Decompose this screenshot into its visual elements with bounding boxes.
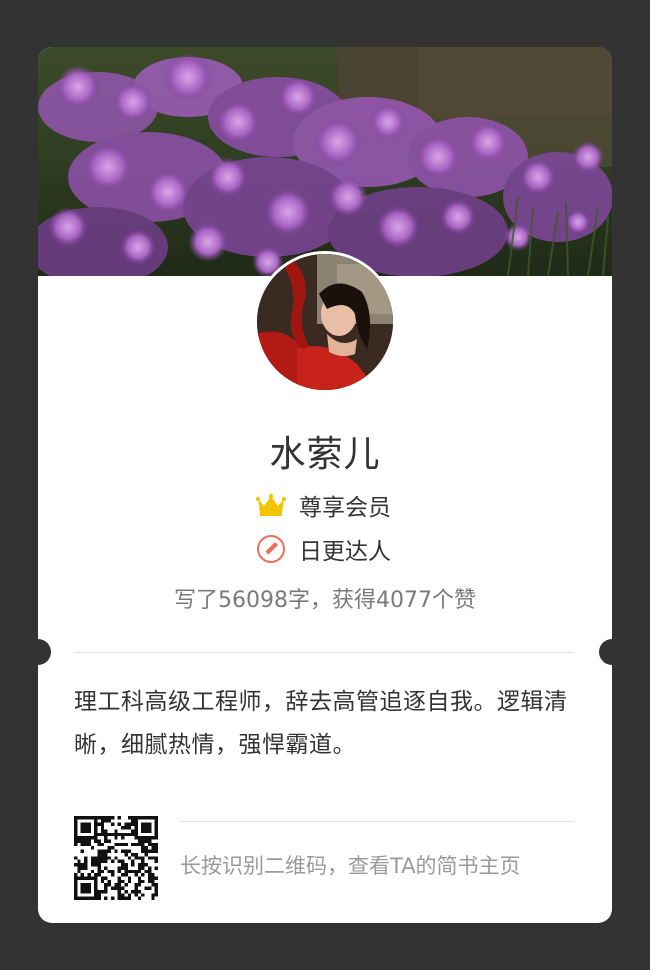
vip-badge[interactable]: 尊享会员: [254, 488, 391, 522]
user-bio: 理工科高级工程师，辞去高管追逐自我。逻辑清晰，细腻热情，强悍霸道。: [74, 689, 568, 758]
writing-stats: 写了56098字，获得4077个赞: [174, 588, 476, 613]
crown-icon: [254, 488, 288, 522]
profile-card: 水萦儿 尊享会员 日更达人 写了56098字，获得4077个赞 理工科高级工程师…: [25, 47, 625, 923]
qr-divider: [180, 821, 574, 822]
qr-code[interactable]: [74, 816, 158, 900]
qr-hint: 长按识别二维码，查看TA的简书主页: [180, 854, 521, 878]
ticket-notch-left: [25, 639, 51, 665]
divider: [74, 652, 574, 653]
user-name: 水萦儿: [269, 434, 381, 475]
pen-icon: [254, 532, 288, 566]
ticket-notch-right: [599, 639, 625, 665]
avatar[interactable]: [254, 251, 396, 393]
cover-image: [38, 47, 612, 276]
vip-label: 尊享会员: [299, 495, 391, 521]
daily-writer-label: 日更达人: [299, 539, 391, 565]
daily-writer-badge[interactable]: 日更达人: [254, 532, 391, 566]
